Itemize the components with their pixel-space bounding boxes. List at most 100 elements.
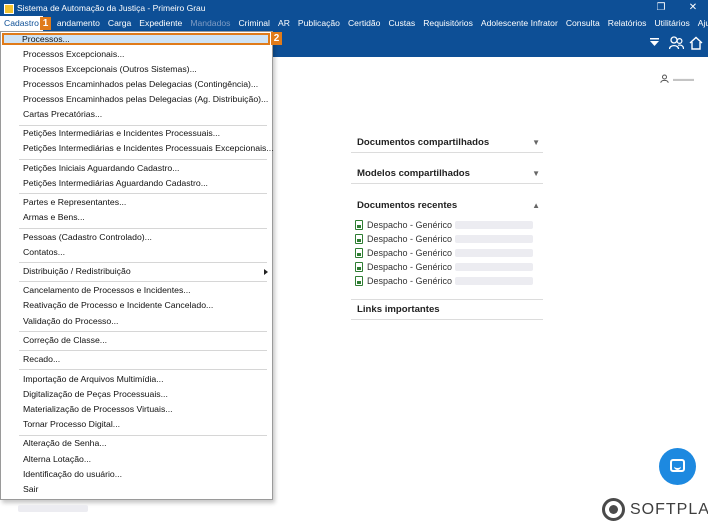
menu-item-sair[interactable]: Sair <box>23 484 38 495</box>
menu-cadastro[interactable]: Cadastro <box>0 16 43 31</box>
menu-item-alteracao-senha[interactable]: Alteração de Senha... <box>23 438 107 449</box>
menu-item-processos-delegacias-distribuicao[interactable]: Processos Encaminhados pelas Delegacias … <box>23 94 268 105</box>
user-area[interactable]: ▬▬▬ <box>660 74 694 85</box>
menu-separator <box>19 350 267 351</box>
menu-separator <box>19 331 267 332</box>
softplan-logo-icon <box>602 498 625 521</box>
menu-item-alterna-lotacao[interactable]: Alterna Lotação... <box>23 454 91 465</box>
links-title: Links importantes <box>357 304 440 315</box>
menu-ar[interactable]: AR <box>274 16 294 31</box>
redacted-text <box>18 505 88 512</box>
users-icon[interactable] <box>668 36 685 54</box>
menu-carga[interactable]: Carga <box>104 16 135 31</box>
menu-item-processos-highlighted-label[interactable]: Processos... <box>22 34 70 45</box>
chat-button[interactable] <box>659 448 696 485</box>
redacted-text <box>455 249 534 257</box>
menu-separator <box>19 262 267 263</box>
list-item[interactable]: Despacho - Genérico <box>351 232 543 246</box>
window-title: Sistema de Automação da Justiça - Primei… <box>17 3 206 13</box>
document-icon <box>355 220 363 230</box>
user-name: ▬▬▬ <box>673 76 694 83</box>
menu-item-materializacao[interactable]: Materialização de Processos Virtuais... <box>23 404 173 415</box>
menu-item-distribuicao[interactable]: Distribuição / Redistribuição <box>23 266 131 277</box>
recent-documents-panel: Documentos recentes ▲ Despacho - Genéric… <box>351 195 543 288</box>
menu-separator <box>19 159 267 160</box>
menu-item-partes-representantes[interactable]: Partes e Representantes... <box>23 197 126 208</box>
menu-separator <box>19 125 267 126</box>
menu-item-peticoes-iniciais-aguardando[interactable]: Petições Iniciais Aguardando Cadastro... <box>23 163 179 174</box>
menu-andamento[interactable]: andamento <box>43 16 104 31</box>
chevron-up-icon: ▲ <box>532 200 540 210</box>
callout-badge-2: 2 <box>271 32 282 45</box>
menu-ajuda[interactable]: Ajuda <box>694 16 708 31</box>
menu-separator <box>19 369 267 370</box>
menu-utilitarios[interactable]: Utilitários <box>650 16 693 31</box>
recent-documents-title: Documentos recentes <box>357 199 458 211</box>
menu-item-peticoes-intermediarias-excepcionais[interactable]: Petições Intermediárias e Incidentes Pro… <box>23 143 274 154</box>
list-item[interactable]: Despacho - Genérico <box>351 218 543 232</box>
menu-item-contatos[interactable]: Contatos... <box>23 247 65 258</box>
redacted-text <box>455 263 534 271</box>
recent-documents-header[interactable]: Documentos recentes ▲ <box>351 195 543 215</box>
menu-item-armas-bens[interactable]: Armas e Bens... <box>23 212 85 223</box>
menu-expediente[interactable]: Expediente <box>135 16 186 31</box>
menu-item-digitalizacao[interactable]: Digitalização de Peças Processuais... <box>23 389 168 400</box>
menu-relatorios[interactable]: Relatórios <box>604 16 651 31</box>
menu-item-cartas-precatorias[interactable]: Cartas Precatórias... <box>23 109 102 120</box>
shared-models-panel: Modelos compartilhados ▼ <box>351 164 543 184</box>
menu-separator <box>19 435 267 436</box>
list-item[interactable]: Despacho - Genérico <box>351 260 543 274</box>
brand-name: SOFTPLAN <box>630 500 708 518</box>
menu-item-processos-delegacias-contingencia[interactable]: Processos Encaminhados pelas Delegacias … <box>23 79 258 90</box>
close-window-button[interactable]: ✕ <box>680 0 706 16</box>
menu-mandados: Mandados <box>190 18 231 28</box>
menu-separator <box>19 228 267 229</box>
app-icon <box>3 3 14 14</box>
home-icon[interactable] <box>689 36 703 54</box>
menu-item-reativacao[interactable]: Reativação de Processo e Incidente Cance… <box>23 300 213 311</box>
softplan-logo: SOFTPLAN <box>602 498 708 521</box>
redacted-text <box>455 277 534 285</box>
caret-down-icon[interactable] <box>650 37 659 51</box>
shared-documents-panel: Documentos compartilhados ▼ <box>351 133 543 153</box>
chevron-down-icon: ▼ <box>532 169 540 178</box>
document-icon <box>355 234 363 244</box>
menu-custas[interactable]: Custas <box>384 16 419 31</box>
menu-item-tornar-digital[interactable]: Tornar Processo Digital... <box>23 419 120 430</box>
user-icon <box>660 74 669 85</box>
menu-certidao[interactable]: Certidão <box>344 16 384 31</box>
menu-item-peticoes-intermediarias-aguardando[interactable]: Petições Intermediárias Aguardando Cadas… <box>23 178 208 189</box>
redacted-text <box>455 235 534 243</box>
menu-item-correcao-classe[interactable]: Correção de Classe... <box>23 335 107 346</box>
chat-icon <box>670 459 685 472</box>
menu-item-processos-excepcionais[interactable]: Processos Excepcionais... <box>23 49 124 60</box>
cadastro-dropdown: Processos... Processos Excepcionais... P… <box>0 31 274 500</box>
list-item[interactable]: Despacho - Genérico <box>351 274 543 288</box>
links-panel: Links importantes <box>351 299 543 320</box>
document-icon <box>355 248 363 258</box>
menu-item-validacao[interactable]: Validação do Processo... <box>23 316 118 327</box>
chevron-down-icon: ▼ <box>532 138 540 147</box>
shared-documents-header[interactable]: Documentos compartilhados ▼ <box>351 133 543 153</box>
menu-item-importacao-multimidia[interactable]: Importação de Arquivos Multimídia... <box>23 374 164 385</box>
menu-requisitorios[interactable]: Requisitórios <box>419 16 477 31</box>
submenu-arrow-icon <box>264 269 268 275</box>
menu-publicacao[interactable]: Publicação <box>294 16 344 31</box>
menu-consulta[interactable]: Consulta <box>562 16 604 31</box>
menu-item-pessoas[interactable]: Pessoas (Cadastro Controlado)... <box>23 232 152 243</box>
menu-item-processos-excepcionais-outros[interactable]: Processos Excepcionais (Outros Sistemas)… <box>23 64 197 75</box>
menu-adolescente-infrator[interactable]: Adolescente Infrator <box>477 16 562 31</box>
document-icon <box>355 262 363 272</box>
menu-bar: Cadastro andamento Carga Expediente Mand… <box>0 16 708 31</box>
menu-item-peticoes-intermediarias[interactable]: Petições Intermediárias e Incidentes Pro… <box>23 128 220 139</box>
menu-item-identificacao-usuario[interactable]: Identificação do usuário... <box>23 469 122 480</box>
restore-window-button[interactable]: ❐ <box>648 0 674 16</box>
list-item[interactable]: Despacho - Genérico <box>351 246 543 260</box>
menu-item-recado[interactable]: Recado... <box>23 354 60 365</box>
menu-criminal[interactable]: Criminal <box>234 16 274 31</box>
menu-item-cancelamento[interactable]: Cancelamento de Processos e Incidentes..… <box>23 285 191 296</box>
shared-models-header[interactable]: Modelos compartilhados ▼ <box>351 164 543 184</box>
links-header[interactable]: Links importantes <box>351 300 543 320</box>
title-bar: Sistema de Automação da Justiça - Primei… <box>0 0 708 16</box>
redacted-text <box>455 221 534 229</box>
